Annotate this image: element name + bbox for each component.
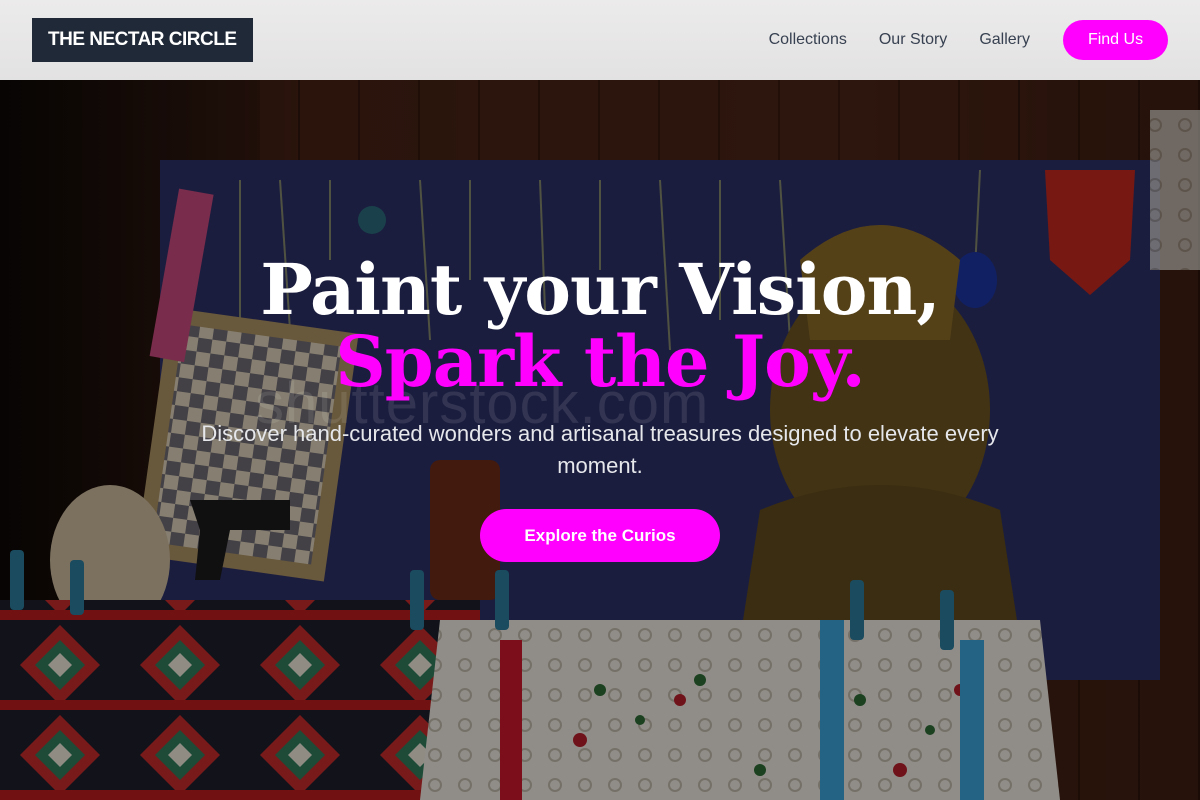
find-us-button[interactable]: Find Us <box>1063 20 1168 60</box>
site-header: THE NECTAR CIRCLE Collections Our Story … <box>0 0 1200 80</box>
main-nav: Collections Our Story Gallery Find Us <box>769 20 1168 60</box>
hero-title-line1: Paint your Vision, <box>260 248 940 331</box>
explore-curios-button[interactable]: Explore the Curios <box>480 509 720 562</box>
nav-link-gallery[interactable]: Gallery <box>979 31 1030 49</box>
brand-logo[interactable]: THE NECTAR CIRCLE <box>32 18 253 62</box>
nav-link-collections[interactable]: Collections <box>769 31 847 49</box>
hero-title-line2: Spark the Joy. <box>335 320 866 403</box>
nav-link-our-story[interactable]: Our Story <box>879 31 947 49</box>
hero-subtitle: Discover hand-curated wonders and artisa… <box>201 421 999 478</box>
hero-section: shutterstock.com Paint your Vision, Spar… <box>0 80 1200 800</box>
